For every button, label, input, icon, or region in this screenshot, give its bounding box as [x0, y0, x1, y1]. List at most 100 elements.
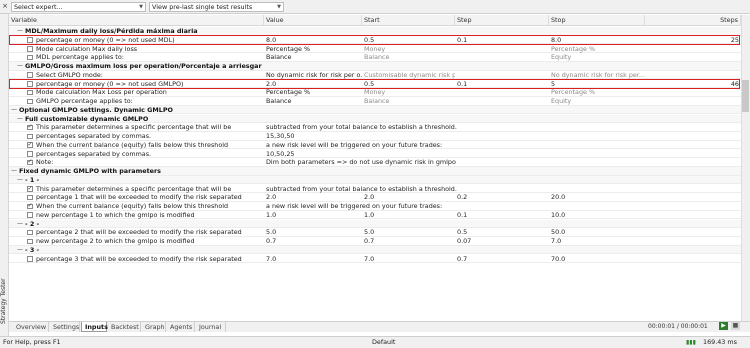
table-row[interactable]: When the current balance (equity) falls … [9, 141, 741, 150]
stop-cell[interactable]: 50.0 [549, 228, 645, 237]
value-cell[interactable]: subtracted from your total balance to es… [264, 123, 741, 132]
table-row[interactable]: MDL percentage applies to: Balance Balance… [9, 53, 741, 62]
optimize-checkbox[interactable] [27, 141, 33, 148]
stop-cell[interactable]: 7.0 [549, 237, 645, 246]
value-cell[interactable]: 2.0 [264, 193, 362, 202]
step-cell[interactable] [455, 88, 549, 97]
step-cell[interactable] [455, 45, 549, 54]
stop-cell[interactable]: Percentage % [549, 88, 645, 97]
table-row[interactable]: percentages separated by commas. 10,50,25 [9, 150, 741, 159]
steps-cell[interactable] [645, 237, 741, 246]
table-row[interactable]: new percentage 1 to which the gmlpo is m… [9, 211, 741, 220]
step-cell[interactable] [455, 150, 549, 159]
optimize-checkbox[interactable] [27, 185, 33, 192]
table-row[interactable]: Mode calculation Max daily loss Percentag… [9, 45, 741, 54]
steps-cell[interactable] [645, 193, 741, 202]
value-cell[interactable]: Percentage % [264, 45, 362, 54]
step-cell[interactable] [455, 53, 549, 62]
optimize-checkbox[interactable] [27, 123, 33, 131]
value-cell[interactable]: Percentage % [264, 88, 362, 97]
collapse-icon[interactable]: — [11, 106, 17, 113]
column-header-value[interactable]: Value [264, 15, 362, 26]
step-cell[interactable] [455, 97, 549, 106]
stop-cell[interactable] [549, 132, 645, 141]
column-header-start[interactable]: Start [362, 15, 455, 26]
steps-cell[interactable] [645, 150, 741, 159]
step-cell[interactable]: 0.2 [455, 193, 549, 202]
value-cell[interactable]: Dim both parameters => do not use dynami… [264, 158, 741, 167]
start-cell[interactable]: Money [362, 45, 455, 54]
start-cell[interactable]: 5.0 [362, 228, 455, 237]
optimize-checkbox[interactable] [27, 256, 33, 262]
steps-cell[interactable] [645, 211, 741, 220]
tab-agents[interactable]: Agents [167, 322, 195, 332]
collapse-icon[interactable]: — [17, 246, 23, 253]
optimize-checkbox[interactable] [27, 151, 33, 157]
stop-cell[interactable]: Percentage % [549, 45, 645, 54]
table-row[interactable]: Mode calculation Max Loss per operation P… [9, 88, 741, 97]
scrollbar-thumb[interactable] [742, 80, 749, 112]
stop-cell[interactable]: 20.0 [549, 193, 645, 202]
optimize-checkbox[interactable] [27, 194, 33, 201]
optimize-checkbox[interactable] [27, 229, 33, 236]
start-cell[interactable]: 7.0 [362, 255, 455, 264]
collapse-icon[interactable]: — [11, 168, 17, 174]
start-cell[interactable]: Money [362, 88, 455, 97]
expert-select[interactable]: Select expert... ▼ [11, 2, 146, 12]
collapse-icon[interactable]: — [17, 220, 23, 227]
table-row[interactable]: GMLPO percentage applies to: Balance Balan… [9, 97, 741, 106]
column-header-stop[interactable]: Stop [549, 15, 645, 26]
column-header-step[interactable]: Step [455, 15, 549, 26]
table-row[interactable]: Note: Dim both parameters => do not use d… [9, 158, 741, 167]
value-cell[interactable]: 5.0 [264, 228, 362, 237]
table-row[interactable]: percentages separated by commas. 15,30,50 [9, 132, 741, 141]
results-select[interactable]: View pre-last single test results ▼ [149, 2, 284, 12]
start-cell[interactable]: Balance [362, 97, 455, 106]
start-cell[interactable]: 1.0 [362, 211, 455, 220]
table-row[interactable]: percentage 2 that will be exceeded to mo… [9, 228, 741, 237]
optimize-checkbox[interactable] [27, 89, 33, 96]
column-header-steps[interactable]: Steps [645, 15, 741, 26]
table-row[interactable]: percentage or money (0 => not used GMLPO… [9, 78, 741, 89]
value-cell[interactable]: Balance [264, 97, 362, 106]
start-icon[interactable]: ▶ [719, 322, 728, 330]
collapse-icon[interactable]: — [17, 63, 23, 69]
value-cell[interactable]: 0.7 [264, 237, 362, 246]
group-row[interactable]: — Optional GMLPO settings. Dynamic GMLPO [9, 105, 741, 115]
value-cell[interactable]: Balance [264, 53, 362, 62]
optimize-checkbox[interactable] [27, 212, 33, 218]
start-cell[interactable]: 0.7 [362, 237, 455, 246]
steps-cell[interactable] [645, 97, 741, 106]
table-row[interactable]: percentage 1 that will be exceeded to mo… [9, 193, 741, 202]
group-row[interactable]: — GMLPO/Gross maximum loss per operation/… [9, 62, 741, 71]
step-cell[interactable] [455, 132, 549, 141]
step-cell[interactable]: 0.07 [455, 237, 549, 246]
optimize-checkbox[interactable] [27, 202, 33, 209]
stop-cell[interactable]: 10.0 [549, 211, 645, 220]
steps-cell[interactable] [645, 255, 741, 264]
tab-graph[interactable]: Graph [142, 322, 166, 332]
value-cell[interactable]: 1.0 [264, 211, 362, 220]
column-header-variable[interactable]: Variable [9, 15, 264, 26]
tab-journal[interactable]: Journal [196, 322, 226, 332]
stop-cell[interactable] [549, 150, 645, 159]
collapse-icon[interactable]: — [17, 28, 23, 34]
stop-cell[interactable]: 70.0 [549, 255, 645, 264]
start-cell[interactable]: Balance [362, 53, 455, 62]
tab-overview[interactable]: Overview [13, 322, 49, 332]
step-cell[interactable]: 0.7 [455, 255, 549, 264]
value-cell[interactable]: a new risk level will be triggered on yo… [264, 141, 741, 150]
optimize-checkbox[interactable] [27, 238, 33, 244]
value-cell[interactable]: subtracted from your total balance to es… [264, 185, 741, 194]
optimize-checkbox[interactable] [27, 46, 33, 52]
step-cell[interactable]: 0.1 [455, 211, 549, 220]
table-row[interactable]: This parameter determines a specific per… [9, 185, 741, 194]
close-icon[interactable]: × [1, 2, 9, 11]
vertical-scrollbar[interactable] [741, 15, 750, 321]
group-row[interactable]: — - 3 - [9, 245, 741, 255]
tab-inputs[interactable]: Inputs [81, 322, 108, 332]
steps-cell[interactable] [645, 228, 741, 237]
optimize-checkbox[interactable] [27, 158, 33, 166]
stop-cell[interactable]: Equity [549, 53, 645, 62]
tab-settings[interactable]: Settings [50, 322, 80, 332]
